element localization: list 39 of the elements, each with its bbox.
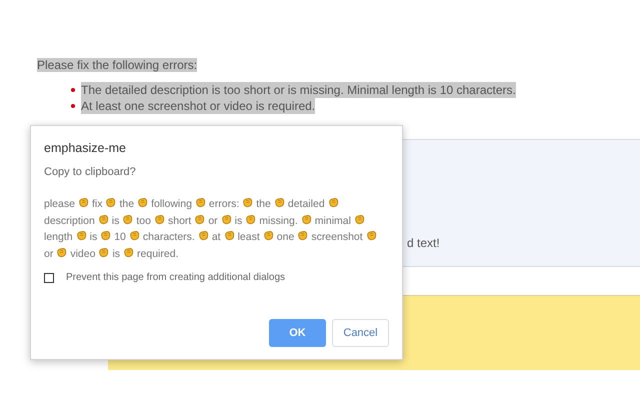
message-word: is xyxy=(112,214,120,226)
message-word: following xyxy=(151,198,192,210)
message-word: description xyxy=(44,214,95,226)
error-message: At least one screenshot or video is required. xyxy=(81,98,316,114)
message-word: or xyxy=(208,214,218,226)
message-word: too xyxy=(136,214,151,226)
message-word: please xyxy=(44,198,75,210)
dialog-question: Copy to clipboard? xyxy=(44,165,137,179)
message-word: length xyxy=(44,231,73,243)
message-word: short xyxy=(168,214,192,226)
message-word: fix xyxy=(92,198,102,210)
bullet-icon xyxy=(71,88,75,92)
message-word: video xyxy=(70,248,96,260)
message-word: is xyxy=(234,214,242,226)
message-word: least xyxy=(238,231,260,243)
message-word: screenshot xyxy=(311,231,363,243)
message-word: missing. xyxy=(259,214,298,226)
message-word: minimal xyxy=(314,214,351,226)
message-word: one xyxy=(276,231,294,243)
message-word: the xyxy=(256,198,271,210)
bullet-icon xyxy=(71,104,75,108)
panel-text: d text! xyxy=(407,235,440,252)
message-word: required. xyxy=(137,248,178,260)
message-word: detailed xyxy=(288,198,325,210)
error-message: The detailed description is too short or is missing. Minimal length is 10 characters. xyxy=(81,82,516,98)
checkbox-label: Prevent this page from creating additional dialogs xyxy=(66,271,286,285)
message-word: the xyxy=(119,198,134,210)
message-word: at xyxy=(212,231,221,243)
message-word: errors: xyxy=(208,198,240,210)
message-word: characters. xyxy=(142,231,195,243)
message-word: is xyxy=(112,248,120,260)
error-heading: Please fix the following errors: xyxy=(37,58,198,72)
prevent-checkbox[interactable] xyxy=(44,272,54,282)
message-word: or xyxy=(44,248,54,260)
dialog-title: emphasize-me xyxy=(44,140,127,156)
message-word: 10 xyxy=(114,231,126,243)
ok-button[interactable]: OK xyxy=(269,319,326,347)
cancel-button[interactable]: Cancel xyxy=(332,319,389,347)
message-word: is xyxy=(90,231,98,243)
